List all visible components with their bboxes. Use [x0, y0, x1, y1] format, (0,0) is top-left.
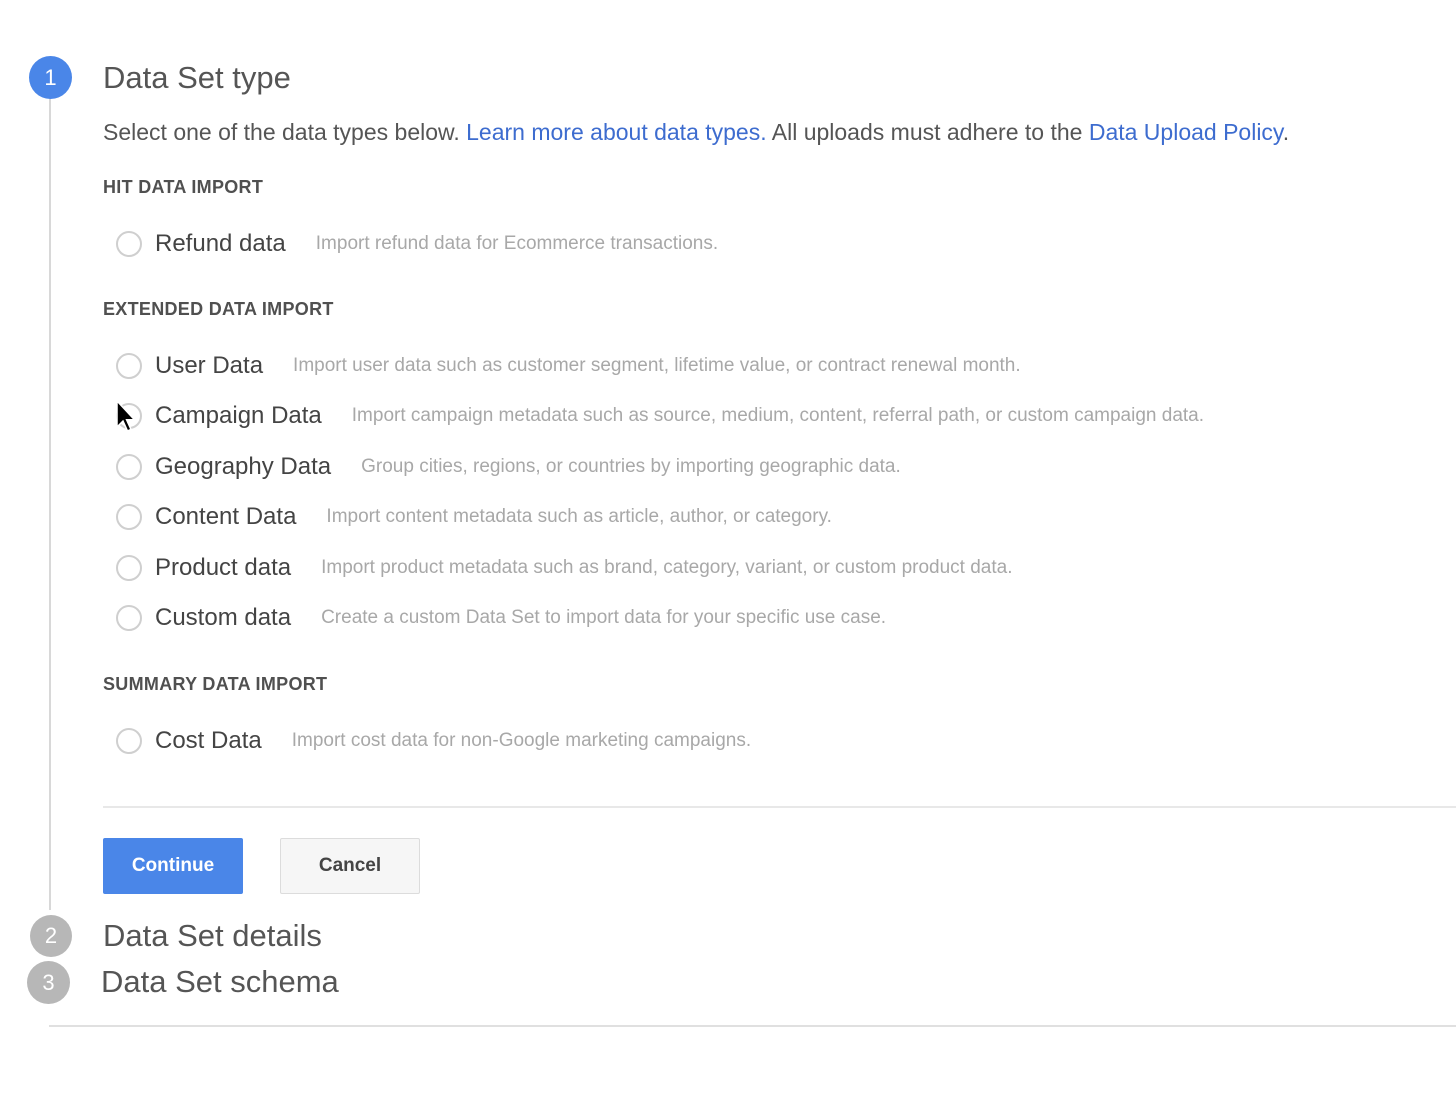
option-label: User Data [155, 352, 264, 379]
step-2-title[interactable]: Data Set details [103, 918, 322, 954]
option-label: Content Data [155, 503, 297, 530]
data-upload-policy-link[interactable]: Data Upload Policy [1089, 119, 1283, 145]
option-description: Import campaign metadata such as source,… [351, 405, 1205, 426]
radio-user-data[interactable] [116, 353, 142, 379]
option-label: Product data [155, 554, 292, 581]
mouse-pointer-icon [116, 400, 137, 432]
hit-data-import-heading: HIT DATA IMPORT [103, 177, 264, 197]
intro-text-middle: All uploads must adhere to the [766, 119, 1089, 145]
option-label: Cost Data [155, 727, 262, 754]
option-description: Import user data such as customer segmen… [293, 355, 1021, 376]
option-refund-data[interactable]: Refund data Import refund data for Ecomm… [116, 228, 718, 260]
step-1-indicator: 1 [29, 56, 72, 99]
radio-cost-data[interactable] [116, 728, 142, 754]
cancel-button[interactable]: Cancel [280, 838, 420, 894]
option-label: Custom data [155, 604, 292, 631]
radio-product-data[interactable] [116, 555, 142, 581]
option-description: Import cost data for non-Google marketin… [291, 730, 752, 751]
option-geography-data[interactable]: Geography Data Group cities, regions, or… [116, 451, 901, 483]
option-label: Geography Data [155, 453, 332, 480]
bottom-divider [49, 1025, 1456, 1027]
option-description: Import product metadata such as brand, c… [321, 557, 1013, 578]
option-description: Import refund data for Ecommerce transac… [315, 233, 719, 254]
option-user-data[interactable]: User Data Import user data such as custo… [116, 350, 1021, 382]
radio-content-data[interactable] [116, 504, 142, 530]
radio-custom-data[interactable] [116, 605, 142, 631]
extended-data-import-heading: EXTENDED DATA IMPORT [103, 299, 334, 319]
option-custom-data[interactable]: Custom data Create a custom Data Set to … [116, 602, 886, 634]
step-3-indicator: 3 [27, 961, 70, 1004]
intro-text-after: . [1282, 119, 1290, 145]
step-1-title: Data Set type [103, 60, 291, 95]
radio-refund-data[interactable] [116, 231, 142, 257]
option-content-data[interactable]: Content Data Import content metadata suc… [116, 501, 832, 533]
option-campaign-data[interactable]: Campaign Data Import campaign metadata s… [116, 400, 1204, 432]
summary-data-import-heading: SUMMARY DATA IMPORT [103, 674, 328, 694]
option-product-data[interactable]: Product data Import product metadata suc… [116, 552, 1013, 584]
step-3-title[interactable]: Data Set schema [101, 964, 339, 1000]
intro-text: Select one of the data types below. Lear… [103, 119, 1289, 146]
learn-more-link[interactable]: Learn more about data types. [466, 119, 766, 145]
step-2-indicator: 2 [30, 915, 72, 957]
option-description: Import content metadata such as article,… [326, 506, 832, 527]
radio-geography-data[interactable] [116, 454, 142, 480]
continue-button[interactable]: Continue [103, 838, 243, 894]
intro-text-before: Select one of the data types below. [103, 119, 467, 145]
option-label: Campaign Data [155, 402, 322, 429]
option-description: Create a custom Data Set to import data … [321, 607, 887, 628]
stepper-line [49, 98, 51, 910]
divider [103, 806, 1456, 808]
option-cost-data[interactable]: Cost Data Import cost data for non-Googl… [116, 725, 751, 757]
option-label: Refund data [155, 230, 286, 257]
option-description: Group cities, regions, or countries by i… [361, 456, 901, 477]
